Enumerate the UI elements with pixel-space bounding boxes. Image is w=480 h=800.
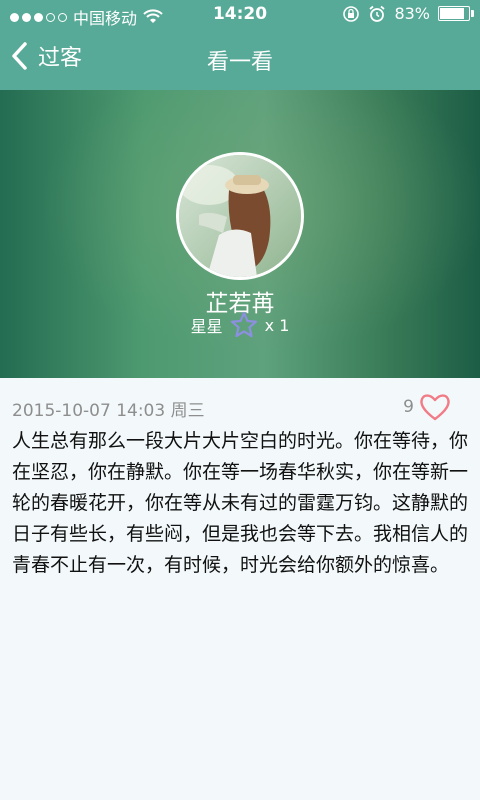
star-icon	[230, 311, 257, 338]
like-count: 9	[403, 397, 414, 417]
battery-icon	[438, 6, 474, 21]
post-content: 2015-10-07 14:03 周三 9 人生总有那么一段大片大片空白的时光。…	[0, 378, 480, 800]
rotation-lock-icon	[343, 5, 360, 22]
rank-row: 星星 x 1	[0, 310, 480, 340]
status-right: 83%	[342, 4, 474, 23]
page-title: 看一看	[206, 50, 273, 75]
post-text: 人生总有那么一段大片大片空白的时光。你在等待，你在坚忍，你在静默。你在等一场春华…	[12, 430, 469, 576]
alarm-icon	[369, 5, 386, 22]
like-button[interactable]: 9	[403, 392, 452, 422]
post-datetime: 2015-10-07 14:03	[12, 401, 166, 421]
avatar[interactable]	[176, 152, 304, 280]
rank-label: 星星	[190, 317, 223, 336]
avatar-image	[179, 155, 301, 277]
rank-count: x 1	[264, 315, 290, 335]
post-meta: 2015-10-07 14:03 周三	[12, 396, 205, 421]
heart-icon	[420, 394, 450, 421]
status-bar: 中国移动 14:20 83%	[0, 0, 480, 30]
battery-percent: 83%	[394, 4, 430, 23]
nav-bar: 过客 看一看	[0, 30, 480, 90]
post-weekday: 周三	[170, 401, 205, 421]
profile-header: 芷若苒 星星 x 1	[0, 90, 480, 378]
